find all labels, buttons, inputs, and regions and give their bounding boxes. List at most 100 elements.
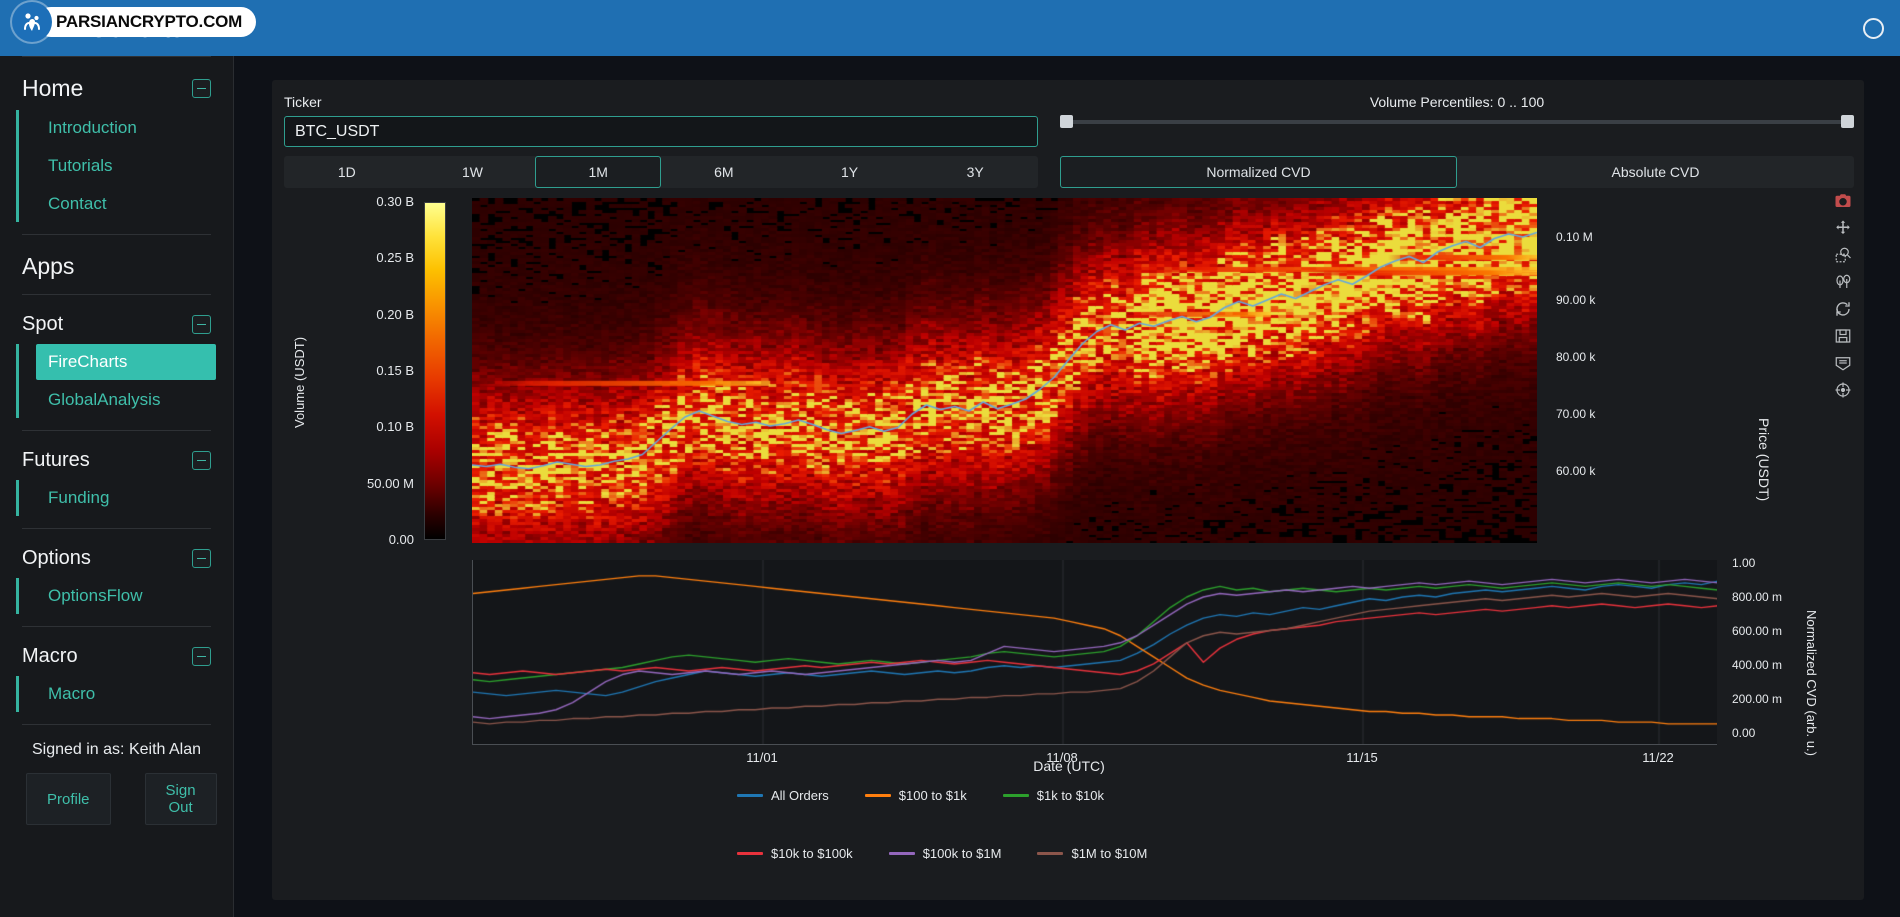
toggle-spike-lines-icon[interactable] xyxy=(1834,354,1852,372)
sidebar-group-header-apps: Apps xyxy=(0,249,233,284)
pan-icon[interactable] xyxy=(1834,219,1852,237)
slider-handle-max[interactable] xyxy=(1841,115,1854,128)
sidebar-item-tutorials[interactable]: Tutorials xyxy=(36,148,233,184)
legend-label-10k-to-100k: $10k to $100k xyxy=(771,846,853,861)
sidebar-item-group-macro: Macro xyxy=(16,676,233,712)
sidebar-item-group-options: OptionsFlow xyxy=(16,578,233,614)
sign-out-button[interactable]: Sign Out xyxy=(145,773,217,825)
sidebar-item-firecharts[interactable]: FireCharts xyxy=(36,344,216,380)
legend-swatch-100-to-1k xyxy=(865,794,891,797)
legend-swatch-all-orders xyxy=(737,794,763,797)
slider-handle-min[interactable] xyxy=(1060,115,1073,128)
minus-box-icon[interactable] xyxy=(192,451,211,470)
user-circle-icon[interactable] xyxy=(1863,18,1884,39)
legend-item-100k-to-1m[interactable]: $100k to $1M xyxy=(889,846,1002,861)
cvd-tick: 800.00 m xyxy=(1732,590,1782,604)
zoom-select-icon[interactable] xyxy=(1834,246,1852,264)
sidebar-item-globalanalysis[interactable]: GlobalAnalysis xyxy=(36,382,233,418)
tab-1m[interactable]: 1M xyxy=(535,156,661,188)
tab-3y[interactable]: 3Y xyxy=(912,156,1038,188)
sidebar-items-spot: FireCharts GlobalAnalysis xyxy=(0,344,233,418)
sidebar-group-header-options[interactable]: Options xyxy=(0,543,233,574)
legend-swatch-10k-to-100k xyxy=(737,852,763,855)
chart-area: Volume (USDT) 0.30 B0.25 B0.20 B0.15 B0.… xyxy=(284,198,1854,888)
sidebar-group-header-futures[interactable]: Futures xyxy=(0,445,233,476)
tab-absolute-cvd[interactable]: Absolute CVD xyxy=(1457,156,1854,188)
sidebar-group-title-futures: Futures xyxy=(22,449,90,472)
legend-item-all-orders[interactable]: All Orders xyxy=(737,788,829,803)
main-content: Ticker Volume Percentiles: 0 .. 100 1D 1… xyxy=(234,56,1900,917)
tab-1y[interactable]: 1Y xyxy=(787,156,913,188)
legend-item-100-to-1k[interactable]: $100 to $1k xyxy=(865,788,967,803)
colorbar-tick: 0.00 xyxy=(314,532,414,547)
tab-1d[interactable]: 1D xyxy=(284,156,410,188)
timeframe-tabs: 1D 1W 1M 6M 1Y 3Y xyxy=(284,156,1038,188)
legend-swatch-1m-to-10m xyxy=(1037,852,1063,855)
cvd-axis-label: Normalized CVD (arb. u.) xyxy=(1804,610,1819,756)
legend-label-100-to-1k: $100 to $1k xyxy=(899,788,967,803)
legend-item-10k-to-100k[interactable]: $10k to $100k xyxy=(737,846,853,861)
sidebar-group-home: Home Introduction Tutorials Contact xyxy=(0,57,233,234)
sidebar-item-contact[interactable]: Contact xyxy=(36,186,233,222)
legend-swatch-100k-to-1m xyxy=(889,852,915,855)
colorbar-tick: 0.10 B xyxy=(314,419,414,434)
sidebar-item-macro[interactable]: Macro xyxy=(36,676,233,712)
ticker-label: Ticker xyxy=(284,94,1038,110)
signed-in-label: Signed in as: Keith Alan xyxy=(22,741,211,759)
sidebar-group-header-spot[interactable]: Spot xyxy=(0,309,233,340)
sidebar-group-futures: Futures Funding xyxy=(0,431,233,528)
legend-item-1k-to-10k[interactable]: $1k to $10k xyxy=(1003,788,1104,803)
x-axis-label: Date (UTC) xyxy=(284,758,1854,774)
watermark-text: PARSIANCRYPTO.COM xyxy=(36,7,256,37)
legend-label-100k-to-1m: $100k to $1M xyxy=(923,846,1002,861)
show-closest-data-icon[interactable] xyxy=(1834,381,1852,399)
top-app-bar: d - FireCharts xyxy=(0,0,1900,56)
volume-price-heatmap[interactable] xyxy=(472,198,1537,543)
ticker-input[interactable] xyxy=(284,116,1038,147)
sidebar-item-optionsflow[interactable]: OptionsFlow xyxy=(36,578,233,614)
sidebar-item-group-home: Introduction Tutorials Contact xyxy=(16,110,233,222)
legend-row-2: $10k to $100k $100k to $1M $1M to $10M xyxy=(737,846,1717,861)
autoscale-icon[interactable] xyxy=(1834,300,1852,318)
sidebar-group-title-home: Home xyxy=(22,75,83,102)
legend-item-1m-to-10m[interactable]: $1M to $10M xyxy=(1037,846,1147,861)
legend-row-1: All Orders $100 to $1k $1k to $10k xyxy=(737,788,1717,803)
minus-box-icon[interactable] xyxy=(192,79,211,98)
ticker-control: Ticker xyxy=(284,94,1038,147)
legend-label-all-orders: All Orders xyxy=(771,788,829,803)
colorbar-tick: 0.15 B xyxy=(314,363,414,378)
volume-axis-label: Volume (USDT) xyxy=(292,337,307,428)
minus-box-icon[interactable] xyxy=(192,549,211,568)
profile-button[interactable]: Profile xyxy=(26,773,111,825)
sidebar-item-group-futures: Funding xyxy=(16,480,233,516)
cvd-line-chart[interactable] xyxy=(472,560,1717,745)
legend-label-1m-to-10m: $1M to $10M xyxy=(1071,846,1147,861)
tab-1w[interactable]: 1W xyxy=(410,156,536,188)
cvd-canvas xyxy=(473,560,1717,745)
sidebar-group-spot: Spot FireCharts GlobalAnalysis xyxy=(0,295,233,430)
sidebar-item-group-spot: FireCharts GlobalAnalysis xyxy=(16,344,233,418)
compare-data-icon[interactable] xyxy=(1834,273,1852,291)
sidebar-group-title-apps: Apps xyxy=(22,253,74,280)
tab-6m[interactable]: 6M xyxy=(661,156,787,188)
sidebar-group-title-spot: Spot xyxy=(22,313,63,336)
sidebar-item-funding[interactable]: Funding xyxy=(36,480,233,516)
minus-box-icon[interactable] xyxy=(192,315,211,334)
sidebar-group-apps: Apps xyxy=(0,235,233,294)
chart-legend: All Orders $100 to $1k $1k to $10k $10k … xyxy=(472,788,1717,861)
minus-box-icon[interactable] xyxy=(192,647,211,666)
sidebar-group-title-options: Options xyxy=(22,547,91,570)
reset-axes-icon[interactable] xyxy=(1834,327,1852,345)
camera-icon[interactable] xyxy=(1834,192,1852,210)
sidebar-items-macro: Macro xyxy=(0,676,233,712)
volume-percentiles-label: Volume Percentiles: 0 .. 100 xyxy=(1060,94,1854,110)
volume-percentiles-slider[interactable] xyxy=(1066,120,1848,124)
tab-normalized-cvd[interactable]: Normalized CVD xyxy=(1060,156,1457,188)
watermark-logo-icon xyxy=(12,2,52,42)
price-tick: 0.10 M xyxy=(1556,230,1593,244)
sidebar-group-header-macro[interactable]: Macro xyxy=(0,641,233,672)
colorbar-tick: 50.00 M xyxy=(314,476,414,491)
price-tick: 70.00 k xyxy=(1556,407,1595,421)
sidebar-group-header-home[interactable]: Home xyxy=(0,71,233,106)
sidebar-item-introduction[interactable]: Introduction xyxy=(36,110,233,146)
